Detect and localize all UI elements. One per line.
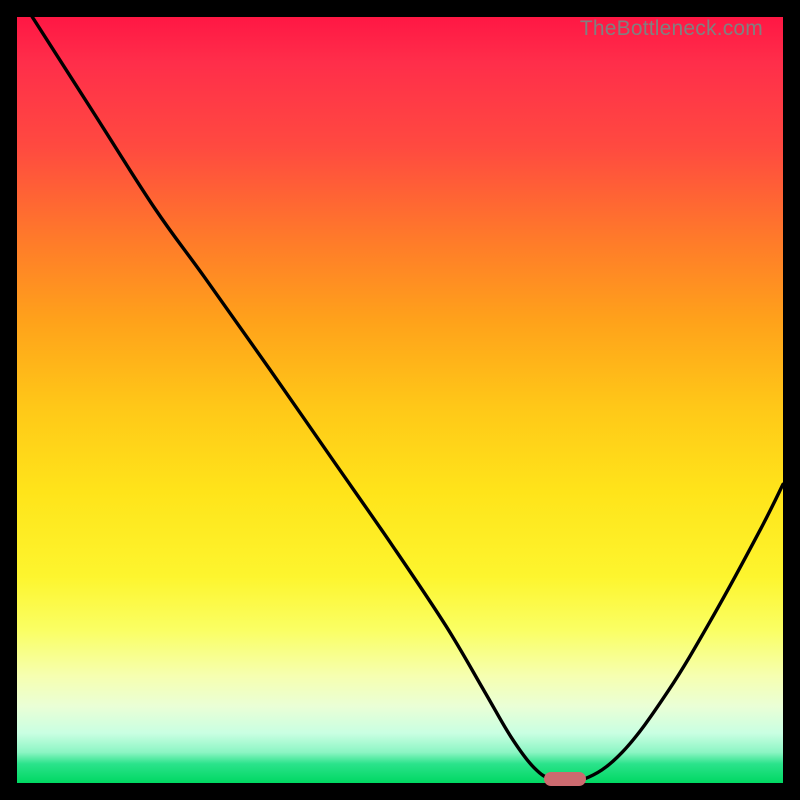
watermark-text: TheBottleneck.com	[580, 17, 763, 41]
chart-frame: TheBottleneck.com	[0, 0, 800, 800]
bottleneck-curve	[17, 17, 783, 783]
plot-area: TheBottleneck.com	[17, 17, 783, 783]
optimal-marker	[544, 772, 586, 786]
